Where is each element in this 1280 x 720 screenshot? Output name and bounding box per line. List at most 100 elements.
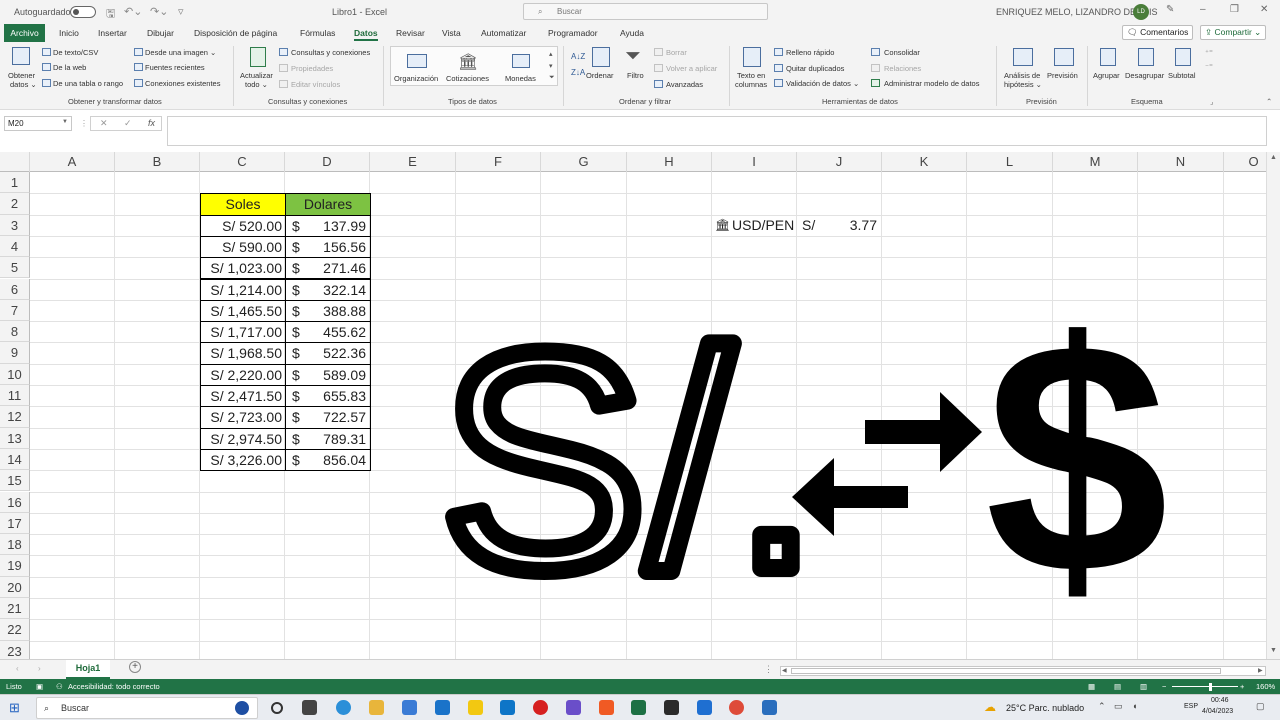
tab-ayuda[interactable]: Ayuda [620,28,644,38]
column-header-H[interactable]: H [627,152,712,172]
vertical-scrollbar[interactable]: ▲ ▼ [1266,152,1280,659]
soles-cell[interactable]: S/ 1,968.50 [200,342,286,365]
cortana-icon[interactable] [271,702,283,714]
sheet-tab-hoja1[interactable]: Hoja1 [66,660,110,679]
dolares-cell[interactable]: $589.09 [285,363,371,386]
clock-time[interactable]: 00:46 [1211,697,1229,704]
column-header-M[interactable]: M [1053,152,1138,172]
dolares-cell[interactable]: $856.04 [285,448,371,472]
tab-automatizar[interactable]: Automatizar [481,28,526,38]
texto-csv-button[interactable]: De texto/CSV [53,48,98,57]
scroll-left-icon[interactable]: ◀ [782,667,787,674]
table-header-soles[interactable]: Soles [200,193,286,216]
tab-dibujar[interactable]: Dibujar [147,28,174,38]
cotizaciones-button[interactable]: Cotizaciones [446,74,489,83]
ordenar-button[interactable]: Ordenar [586,71,614,80]
minimize-icon[interactable]: – [1200,4,1206,15]
soles-cell[interactable]: S/ 3,226.00 [200,448,286,472]
column-header-J[interactable]: J [797,152,882,172]
network-icon[interactable]: ▭ [1114,701,1123,712]
tab-revisar[interactable]: Revisar [396,28,425,38]
customize-qat-icon[interactable]: ▿ [178,5,184,18]
organizacion-button[interactable]: Organización [394,74,438,83]
close-icon[interactable]: ✕ [1260,4,1268,15]
page-break-icon[interactable]: ▥ [1140,682,1147,691]
propiedades-button[interactable]: Propiedades [291,64,333,73]
editar-vinculos-button[interactable]: Editar vínculos [291,80,340,89]
autosave-toggle[interactable] [70,6,96,18]
add-sheet-icon[interactable]: + [129,661,141,673]
opera-icon[interactable] [533,700,548,715]
normal-view-icon[interactable]: ▦ [1088,682,1095,691]
excel-icon[interactable] [631,700,646,715]
power-bi-icon[interactable] [468,700,483,715]
desde-imagen-button[interactable]: Desde una imagen ⌄ [145,48,216,57]
clock-date[interactable]: 4/04/2023 [1202,708,1233,715]
web-button[interactable]: De la web [53,63,86,72]
mail-icon[interactable] [435,700,450,715]
weather-text[interactable]: 25°C Parc. nublado [1006,703,1084,713]
soles-cell[interactable]: S/ 2,974.50 [200,427,286,450]
desagrupar-button[interactable]: Desagrupar [1125,71,1164,80]
row-header-11[interactable]: 11 [0,385,30,407]
hide-detail-icon[interactable]: ⁻⁼ [1205,62,1213,71]
prevision-button[interactable]: Previsión [1047,71,1078,80]
filtro-button[interactable]: Filtro [627,71,644,80]
fuentes-recientes-button[interactable]: Fuentes recientes [145,63,205,72]
tab-formulas[interactable]: Fórmulas [300,28,335,38]
sort-za-icon[interactable]: Z↓A [571,68,585,77]
save-icon[interactable]: 🖫 [106,5,115,24]
row-header-19[interactable]: 19 [0,555,30,577]
gallery-up-icon[interactable]: ▴ [549,50,553,58]
column-header-I[interactable]: I [712,152,797,172]
row-header-20[interactable]: 20 [0,576,30,598]
avanzadas-button[interactable]: Avanzadas [666,80,703,89]
validacion-datos-button[interactable]: Validación de datos ⌄ [786,79,859,88]
edge-icon[interactable] [336,700,351,715]
consolidar-button[interactable]: Consolidar [884,48,920,57]
scroll-up-icon[interactable]: ▲ [1270,154,1277,161]
gallery-down-icon[interactable]: ▾ [549,62,553,70]
dolares-cell[interactable]: $722.57 [285,406,371,429]
row-header-17[interactable]: 17 [0,512,30,535]
cancel-icon[interactable]: ✕ [100,118,108,129]
split-handle-icon[interactable]: ⋮ [764,664,773,675]
horizontal-scrollbar[interactable]: ◀ ▶ [780,666,1266,676]
row-header-9[interactable]: 9 [0,342,30,364]
column-header-L[interactable]: L [967,152,1053,172]
dolares-cell[interactable]: $137.99 [285,214,371,237]
monedas-button[interactable]: Monedas [505,74,536,83]
soles-cell[interactable]: S/ 2,220.00 [200,363,286,386]
row-header-21[interactable]: 21 [0,598,30,620]
rate-value-cell[interactable]: S/3.77 [797,215,883,237]
administrar-modelo-button[interactable]: Administrar modelo de datos [884,79,979,88]
gallery-more-icon[interactable]: ⏷ [549,74,555,82]
tab-vista[interactable]: Vista [442,28,461,38]
tab-archivo[interactable]: Archivo [4,24,45,42]
name-box[interactable]: M20 ▼ [4,116,72,131]
dolares-cell[interactable]: $522.36 [285,342,371,365]
row-header-22[interactable]: 22 [0,619,30,641]
zoom-thumb[interactable] [1209,683,1212,691]
zoom-in-icon[interactable]: + [1240,682,1244,691]
dialog-launcher-icon[interactable]: ⌟ [1210,97,1214,106]
tab-programador[interactable]: Programador [548,28,598,38]
zoom-out-icon[interactable]: − [1162,682,1166,691]
soles-cell[interactable]: S/ 1,214.00 [200,278,286,301]
scroll-right-icon[interactable]: ▶ [1258,667,1263,674]
soles-cell[interactable]: S/ 590.00 [200,235,286,259]
notifications-icon[interactable]: ▢ [1256,701,1265,712]
row-header-14[interactable]: 14 [0,448,30,471]
store-icon[interactable] [402,700,417,715]
accessibility-status[interactable]: Accesibilidad: todo correcto [68,682,160,691]
app2-icon[interactable] [664,700,679,715]
row-header-10[interactable]: 10 [0,363,30,385]
subtotal-button[interactable]: Subtotal [1168,71,1196,80]
tray-overflow-icon[interactable]: ⌃ [1098,701,1106,712]
soles-cell[interactable]: S/ 520.00 [200,214,286,237]
row-header-2[interactable]: 2 [0,193,30,215]
row-header-8[interactable]: 8 [0,321,30,343]
app4-icon[interactable] [762,700,777,715]
soles-cell[interactable]: S/ 1,717.00 [200,321,286,344]
windows-start-icon[interactable]: ⊞ [9,700,20,716]
